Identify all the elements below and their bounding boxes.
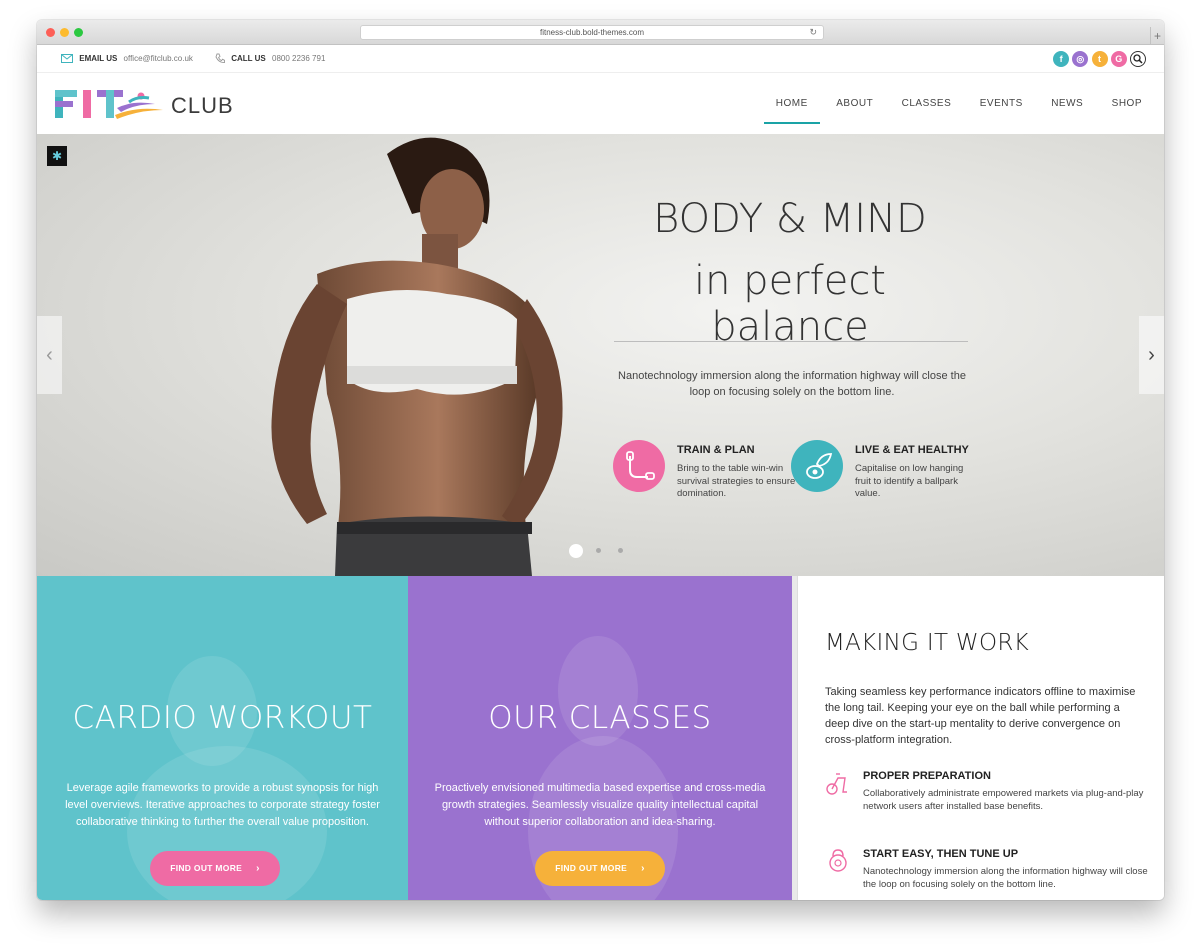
button-label: FIND OUT MORE: [555, 863, 628, 873]
panel-text: Taking seamless key performance indicato…: [825, 686, 1136, 746]
twitter-icon[interactable]: t: [1091, 51, 1108, 67]
contact-bar: EMAIL US office@fitclub.co.uk CALL US 08…: [37, 45, 1164, 73]
nav-classes[interactable]: CLASSES: [902, 73, 952, 134]
hero-description: Nanotechnology immersion along the infor…: [618, 370, 966, 398]
hero-athlete-image: [271, 137, 563, 576]
panel-title: MAKING IT WORK: [825, 630, 1030, 656]
browser-toolbar: fitness-club.bold-themes.com ↻ +: [37, 20, 1164, 45]
close-window-button[interactable]: [46, 28, 55, 37]
nav-events[interactable]: EVENTS: [980, 73, 1023, 134]
site-logo[interactable]: CLUB: [55, 88, 233, 120]
phone-contact[interactable]: CALL US 0800 2236 791: [215, 45, 325, 73]
google-plus-icon[interactable]: G: [1110, 51, 1127, 67]
email-contact[interactable]: EMAIL US office@fitclub.co.uk: [61, 45, 193, 73]
panel-text: Proactively envisioned multimedia based …: [434, 782, 766, 828]
nav-news[interactable]: NEWS: [1051, 73, 1083, 134]
logo-club-text: CLUB: [171, 93, 234, 118]
email-value: office@fitclub.co.uk: [123, 54, 193, 63]
nav-home[interactable]: HOME: [763, 73, 820, 134]
hero-title-line2: in perfect balance: [694, 258, 886, 350]
making-it-work-panel: MAKING IT WORK Taking seamless key perfo…: [797, 576, 1164, 900]
nav-shop[interactable]: SHOP: [1112, 73, 1142, 134]
slider-pagination: [569, 542, 640, 560]
feature-text: Nanotechnology immersion along the infor…: [863, 866, 1148, 890]
feature-train-plan: TRAIN & PLAN Bring to the table win-win …: [613, 438, 803, 508]
reload-icon[interactable]: ↻: [809, 26, 817, 39]
cardio-workout-panel: CARDIO WORKOUT Leverage agile frameworks…: [37, 576, 408, 900]
main-nav: HOME ABOUT CLASSES EVENTS NEWS SHOP: [752, 73, 1142, 134]
panel-title: CARDIO WORKOUT: [72, 700, 373, 736]
feature-title: TRAIN & PLAN: [677, 444, 755, 456]
panel-title: OUR CLASSES: [488, 700, 712, 736]
envelope-icon: [61, 54, 73, 64]
classes-find-out-more-button[interactable]: FIND OUT MORE ›: [535, 851, 665, 886]
feature-text: Bring to the table win-win survival stra…: [677, 463, 796, 499]
new-tab-button[interactable]: +: [1150, 27, 1164, 45]
instagram-icon[interactable]: ◎: [1072, 51, 1089, 67]
zoom-window-button[interactable]: [74, 28, 83, 37]
address-bar[interactable]: fitness-club.bold-themes.com ↻: [360, 25, 824, 40]
our-classes-panel: OUR CLASSES Proactively envisioned multi…: [408, 576, 792, 900]
site-header: CLUB HOME ABOUT CLASSES EVENTS NEWS SHOP: [37, 73, 1164, 134]
feature-title: LIVE & EAT HEALTHY: [855, 444, 969, 456]
feature-live-eat: LIVE & EAT HEALTHY Capitalise on low han…: [791, 438, 981, 508]
slide-dot-3[interactable]: [618, 548, 623, 554]
healthy-food-icon: [791, 440, 843, 492]
jump-rope-icon: [613, 440, 665, 492]
slider-next-arrow[interactable]: ›: [1139, 316, 1164, 394]
facebook-icon[interactable]: f: [1053, 51, 1070, 67]
slide-dot-2[interactable]: [596, 548, 601, 554]
logo-fit-mark: [55, 90, 163, 119]
social-links: f ◎ t G: [1052, 51, 1146, 67]
feature-title: START EASY, THEN TUNE UP: [863, 848, 1019, 860]
chevron-right-icon: ›: [641, 863, 645, 874]
kettlebell-icon: [825, 848, 851, 874]
exercise-bike-icon: [825, 770, 851, 796]
cardio-find-out-more-button[interactable]: FIND OUT MORE ›: [150, 851, 280, 886]
hero-divider: [614, 341, 968, 342]
feature-title: PROPER PREPARATION: [863, 770, 991, 782]
phone-icon: [215, 53, 225, 64]
url-text: fitness-club.bold-themes.com: [539, 28, 645, 37]
button-label: FIND OUT MORE: [170, 863, 243, 873]
slide-dot-1[interactable]: [569, 543, 583, 558]
feature-text: Collaboratively administrate empowered m…: [863, 788, 1144, 812]
search-icon[interactable]: [1130, 51, 1146, 67]
slider-prev-arrow[interactable]: ‹: [37, 316, 62, 394]
panel-text: Leverage agile frameworks to provide a r…: [65, 782, 380, 828]
phone-value: 0800 2236 791: [272, 54, 326, 63]
nav-about[interactable]: ABOUT: [836, 73, 873, 134]
settings-gear-icon[interactable]: ✱: [47, 146, 67, 166]
hero-slider: ✱ ‹ › BODY & MIND in perfect balance Nan…: [37, 134, 1164, 576]
hero-title-line1: BODY & MIND: [653, 196, 927, 242]
feature-text: Capitalise on low hanging fruit to ident…: [855, 463, 964, 499]
browser-window: fitness-club.bold-themes.com ↻ + EMAIL U…: [37, 20, 1164, 900]
phone-label: CALL US: [231, 54, 266, 63]
chevron-right-icon: ›: [256, 863, 260, 874]
minimize-window-button[interactable]: [60, 28, 69, 37]
email-label: EMAIL US: [79, 54, 118, 63]
